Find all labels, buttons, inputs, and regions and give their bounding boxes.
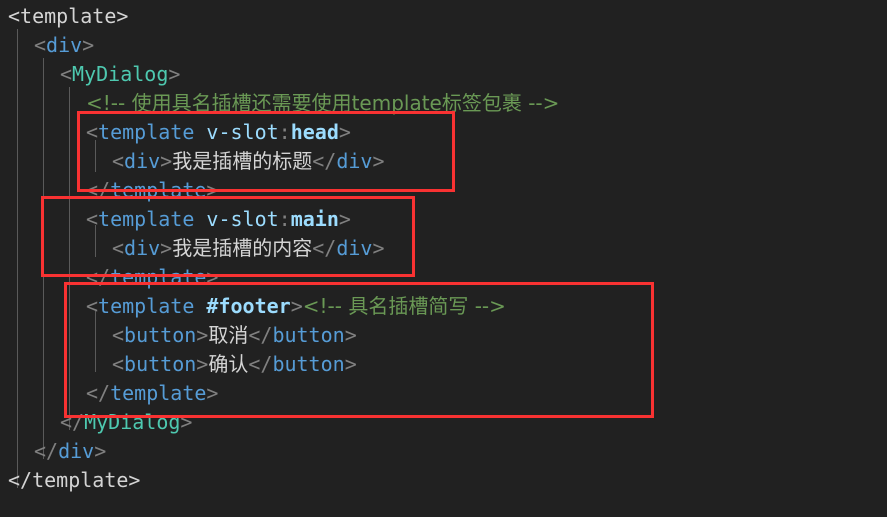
token-tagb: template xyxy=(110,381,207,405)
token-pnct: > xyxy=(206,381,219,405)
token-pnct: > xyxy=(338,207,351,231)
token-tagb: template xyxy=(110,265,207,289)
token-pnct: </ xyxy=(248,352,273,376)
token-pnct: < xyxy=(86,120,99,144)
code-line-10[interactable]: </template> xyxy=(86,263,218,292)
token-pnct: </ xyxy=(312,236,337,260)
token-tagb: div xyxy=(58,439,95,463)
code-line-3[interactable]: <MyDialog> xyxy=(60,60,180,89)
token-tagb: div xyxy=(46,33,83,57)
token-pnct: > xyxy=(82,33,95,57)
token-tagc: MyDialog xyxy=(84,410,181,434)
token-pnct: < xyxy=(86,294,99,318)
token-pnct: </ xyxy=(86,381,111,405)
token-pnct: < xyxy=(112,236,125,260)
token-pnct: : xyxy=(278,120,291,144)
token-plain: 我是插槽的内容 xyxy=(172,236,313,260)
code-line-2[interactable]: <div> xyxy=(34,31,94,60)
token-plain: 取消 xyxy=(208,323,249,347)
token-pnct: > xyxy=(344,352,357,376)
token-tagb: template xyxy=(98,207,195,231)
token-pnct: > xyxy=(290,294,303,318)
token-tagc: MyDialog xyxy=(72,62,169,86)
token-pnct: < xyxy=(112,352,125,376)
token-pnct: > xyxy=(196,352,209,376)
token-pnct: < xyxy=(34,33,47,57)
token-tagb: template xyxy=(110,178,207,202)
token-pnct: </ xyxy=(312,149,337,173)
token-pnct: : xyxy=(278,207,291,231)
code-line-4[interactable]: <!-- 使用具名插槽还需要使用template标签包裹 --> xyxy=(86,89,559,118)
token-plain: </template> xyxy=(8,468,141,492)
token-pnct: > xyxy=(168,62,181,86)
code-line-1[interactable]: <template> xyxy=(8,2,128,31)
token-tagb: div xyxy=(124,149,161,173)
token-pnct: > xyxy=(372,149,385,173)
token-pnct: < xyxy=(86,207,99,231)
code-line-14[interactable]: </template> xyxy=(86,379,218,408)
token-pnct: > xyxy=(372,236,385,260)
token-tagb: button xyxy=(272,352,345,376)
code-line-17[interactable]: </template> xyxy=(8,466,140,495)
code-line-8[interactable]: <template v-slot:main> xyxy=(86,205,351,234)
token-pnct: </ xyxy=(86,265,111,289)
token-cmt: <!-- 使用具名插槽还需要使用template标签包裹 --> xyxy=(86,91,560,115)
token-tagb: div xyxy=(336,236,373,260)
token-tagb: div xyxy=(336,149,373,173)
code-line-11[interactable]: <template #footer><!-- 具名插槽简写 --> xyxy=(86,292,506,321)
token-pnct: > xyxy=(196,323,209,347)
token-plain: 确认 xyxy=(208,352,249,376)
token-pnct: < xyxy=(112,149,125,173)
token-pnct: > xyxy=(160,236,173,260)
token-tagb: button xyxy=(124,352,197,376)
code-line-9[interactable]: <div>我是插槽的内容</div> xyxy=(112,234,384,263)
token-attr: v-slot xyxy=(206,120,279,144)
code-line-16[interactable]: </div> xyxy=(34,437,106,466)
code-line-12[interactable]: <button>取消</button> xyxy=(112,321,357,350)
token-pnct: > xyxy=(338,120,351,144)
token-tagb: template xyxy=(98,120,195,144)
code-line-7[interactable]: </template> xyxy=(86,176,218,205)
token-cmt: <!-- 具名插槽简写 --> xyxy=(302,294,506,318)
code-line-5[interactable]: <template v-slot:head> xyxy=(86,118,351,147)
token-attr: v-slot xyxy=(206,207,279,231)
code-editor-viewport[interactable]: <template> <div> <MyDialog> <!-- 使用具名插槽还需要使… xyxy=(0,0,887,517)
token-attrb: main xyxy=(290,207,339,231)
token-pnct: > xyxy=(206,265,219,289)
token-pnct: > xyxy=(344,323,357,347)
token-pnct: > xyxy=(206,178,219,202)
token-plain: 我是插槽的标题 xyxy=(172,149,313,173)
code-line-15[interactable]: </MyDialog> xyxy=(60,408,192,437)
token-tagb: template xyxy=(98,294,195,318)
token-tagb: div xyxy=(124,236,161,260)
token-attrb: head xyxy=(290,120,339,144)
code-line-6[interactable]: <div>我是插槽的标题</div> xyxy=(112,147,384,176)
token-pnct: > xyxy=(160,149,173,173)
token-pnct: < xyxy=(60,62,73,86)
token-plain: <template> xyxy=(8,4,129,28)
token-pnct: < xyxy=(112,323,125,347)
token-pnct: </ xyxy=(86,178,111,202)
token-tagb: button xyxy=(272,323,345,347)
token-pnct: > xyxy=(180,410,193,434)
token-pnct: </ xyxy=(248,323,273,347)
code-content[interactable]: <template> <div> <MyDialog> <!-- 使用具名插槽还需要使… xyxy=(0,0,887,517)
token-tagb: button xyxy=(124,323,197,347)
token-pnct: </ xyxy=(60,410,85,434)
code-line-13[interactable]: <button>确认</button> xyxy=(112,350,357,379)
token-pnct: </ xyxy=(34,439,59,463)
token-pnct: > xyxy=(94,439,107,463)
token-attrb: #footer xyxy=(206,294,291,318)
